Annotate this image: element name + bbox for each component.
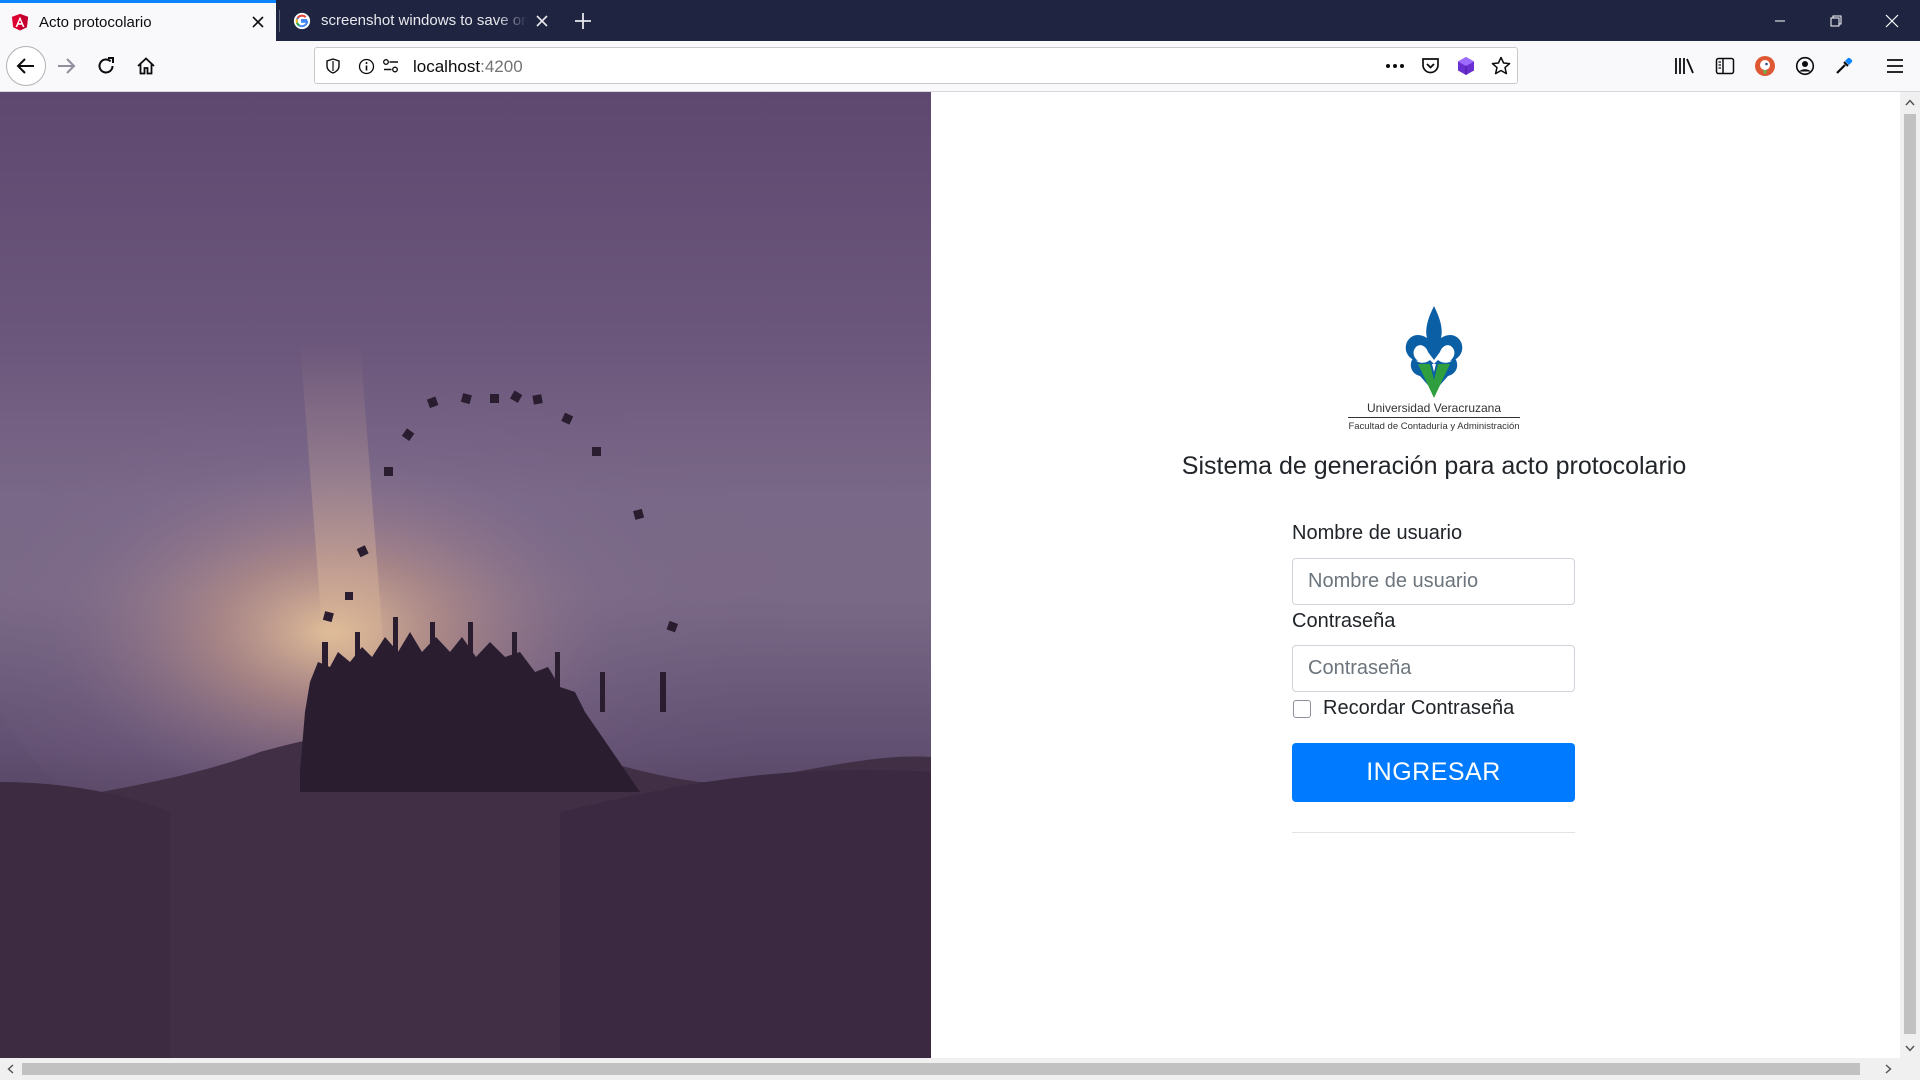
eyedropper-icon[interactable] [1830, 52, 1858, 80]
faculty-name: Facultad de Contaduría y Administración [1348, 421, 1520, 432]
angular-icon [11, 13, 29, 31]
arrow-left-icon [16, 58, 34, 74]
url-text: localhost:4200 [413, 57, 523, 77]
minimize-button[interactable] [1752, 0, 1808, 41]
username-label: Nombre de usuario [1292, 522, 1463, 544]
page-content [0, 92, 1900, 1058]
remember-password-row[interactable]: Recordar Contraseña [1292, 697, 1514, 720]
username-input[interactable] [1292, 558, 1575, 605]
info-icon[interactable] [356, 56, 376, 76]
horizontal-scrollbar[interactable] [0, 1058, 1920, 1080]
page-actions-menu-icon[interactable] [1385, 56, 1405, 76]
login-button[interactable]: INGRESAR [1292, 743, 1575, 802]
tab-separator [279, 10, 280, 32]
account-icon[interactable] [1791, 52, 1819, 80]
forward-button[interactable] [48, 48, 84, 84]
close-tab-icon[interactable] [528, 7, 556, 35]
graduation-photo [0, 342, 931, 1058]
home-icon [137, 57, 155, 75]
tab-google-search[interactable]: screenshot windows to save on [282, 0, 560, 41]
password-input[interactable] [1292, 645, 1575, 692]
extension-cube-icon[interactable] [1456, 56, 1476, 76]
back-button[interactable] [6, 46, 46, 86]
password-label: Contraseña [1292, 610, 1396, 632]
arrow-right-icon [58, 58, 76, 74]
page-title: Sistema de generación para acto protocol… [1181, 452, 1687, 480]
google-icon [293, 12, 311, 29]
scroll-up-icon[interactable] [1900, 92, 1920, 112]
restore-icon [1830, 15, 1842, 26]
library-icon[interactable] [1671, 52, 1699, 80]
duckduckgo-icon[interactable] [1751, 52, 1779, 80]
scroll-left-icon[interactable] [0, 1059, 20, 1079]
close-icon [1885, 14, 1899, 27]
pocket-icon[interactable] [1420, 56, 1440, 76]
remember-password-checkbox[interactable] [1293, 699, 1311, 718]
new-tab-button[interactable] [568, 6, 598, 36]
minimize-icon [1775, 20, 1785, 21]
logo-divider [1348, 417, 1520, 418]
tab-title: Acto protocolario [39, 13, 152, 31]
url-port: :4200 [480, 57, 523, 76]
institution-name: Universidad Veracruzana [1366, 401, 1502, 415]
vertical-scrollbar-thumb[interactable] [1904, 114, 1916, 1034]
tab-strip: Acto protocolario screenshot windows to … [0, 0, 1920, 41]
tab-title: screenshot windows to save on [321, 12, 528, 29]
restore-button[interactable] [1808, 0, 1864, 41]
close-tab-icon[interactable] [244, 8, 272, 36]
vertical-scrollbar[interactable] [1900, 92, 1920, 1058]
close-window-button[interactable] [1864, 0, 1920, 41]
sidebar-icon[interactable] [1711, 52, 1739, 80]
scroll-right-icon[interactable] [1878, 1059, 1898, 1079]
plus-icon [575, 13, 591, 29]
hamburger-menu-icon[interactable] [1881, 52, 1909, 80]
shield-icon[interactable] [323, 56, 343, 76]
permissions-icon[interactable] [381, 56, 401, 76]
graduation-hero-image [0, 92, 931, 1058]
url-bar[interactable]: localhost:4200 [314, 47, 1518, 84]
reload-button[interactable] [88, 48, 124, 84]
remember-password-label[interactable]: Recordar Contraseña [1323, 697, 1514, 720]
reload-icon [98, 57, 114, 74]
tab-acto-protocolario[interactable]: Acto protocolario [0, 0, 276, 41]
home-button[interactable] [128, 48, 164, 84]
bookmark-star-icon[interactable] [1491, 56, 1511, 76]
scroll-down-icon[interactable] [1900, 1038, 1920, 1058]
navigation-toolbar: localhost:4200 [0, 41, 1920, 92]
form-divider [1292, 832, 1575, 833]
url-host: localhost [413, 57, 481, 76]
horizontal-scrollbar-thumb[interactable] [22, 1063, 1860, 1075]
